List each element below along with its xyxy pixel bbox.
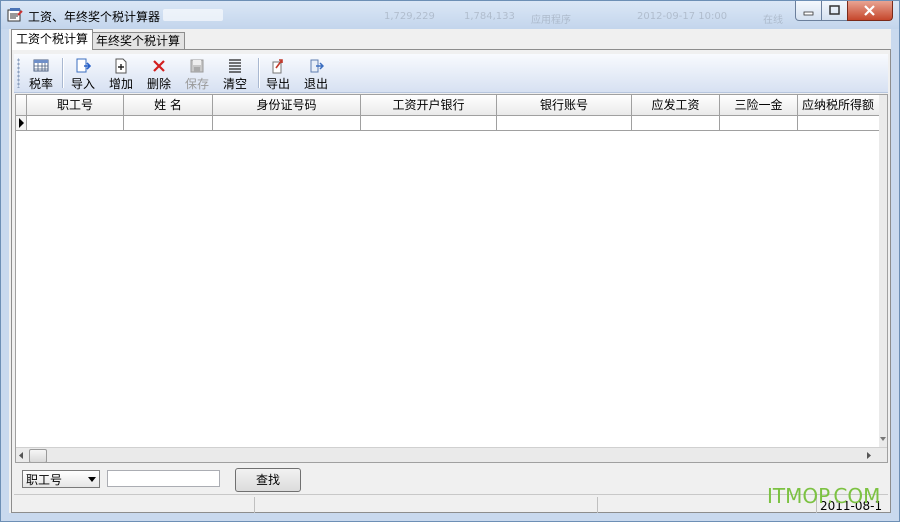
- blurred-title-item: 1,784,133: [464, 11, 515, 22]
- tax-rate-label: 税率: [28, 77, 53, 91]
- table-cell[interactable]: [213, 116, 361, 130]
- maximize-icon: [829, 5, 840, 15]
- clear-button[interactable]: 清空: [216, 56, 254, 91]
- import-icon: [76, 58, 91, 73]
- toolbar: 税率 导入 增加 删除 保存 清空 导出 退出: [14, 54, 888, 93]
- find-button[interactable]: 查找: [235, 468, 301, 492]
- status-bar: 2011-08-1: [14, 494, 888, 513]
- import-label: 导入: [70, 77, 95, 91]
- add-button[interactable]: 增加: [102, 56, 140, 91]
- column-header-bank[interactable]: 工资开户银行: [361, 95, 497, 115]
- column-header-gross-salary[interactable]: 应发工资: [632, 95, 720, 115]
- save-label: 保存: [184, 77, 209, 91]
- close-icon: [864, 5, 875, 16]
- employee-grid[interactable]: 职工号 姓 名 身份证号码 工资开户银行 银行账号 应发工资 三险一金 应纳税所…: [15, 94, 888, 463]
- save-icon: [190, 59, 204, 73]
- column-header-name[interactable]: 姓 名: [124, 95, 213, 115]
- client-area: 工资个税计算 年终奖个税计算 税率 导入 增加 删除 保存 清空 导出 退出 职…: [9, 29, 891, 513]
- table-cell[interactable]: [720, 116, 798, 130]
- tax-rate-button[interactable]: 税率: [22, 56, 60, 91]
- exit-button[interactable]: 退出: [297, 56, 335, 91]
- maximize-button[interactable]: [821, 1, 848, 21]
- table-cell[interactable]: [632, 116, 720, 130]
- clear-list-icon: [229, 59, 241, 73]
- blurred-title-item: 1,729,229: [384, 11, 435, 22]
- blurred-title-item: 应用程序: [531, 15, 571, 26]
- status-separator: [254, 497, 255, 513]
- search-field-value: 职工号: [26, 473, 63, 487]
- search-field-select[interactable]: 职工号: [22, 470, 100, 488]
- import-button[interactable]: 导入: [64, 56, 102, 91]
- close-button[interactable]: [847, 1, 893, 21]
- table-cell[interactable]: [361, 116, 497, 130]
- tab-salary-tax[interactable]: 工资个税计算: [11, 29, 94, 50]
- current-row-indicator: [16, 116, 27, 130]
- column-header-insurance[interactable]: 三险一金: [720, 95, 798, 115]
- blurred-title-item: 在线: [763, 15, 783, 26]
- add-document-icon: [115, 58, 127, 74]
- scroll-arrows-icon: [880, 437, 886, 441]
- blurred-title-item: 2012-09-17 10:00: [637, 11, 728, 22]
- row-header-corner: [16, 95, 27, 115]
- horizontal-scroll-thumb[interactable]: [29, 449, 47, 462]
- tab-panel: 税率 导入 增加 删除 保存 清空 导出 退出 职工号 姓 名 身份证号码 工资…: [11, 49, 891, 513]
- clear-label: 清空: [222, 77, 247, 91]
- title-blur-box: [163, 9, 223, 21]
- toolbar-grip[interactable]: [17, 58, 20, 88]
- add-label: 增加: [108, 77, 133, 91]
- row-pointer-icon: [19, 118, 24, 128]
- export-button[interactable]: 导出: [259, 56, 297, 91]
- chevron-down-icon: [88, 477, 96, 482]
- scroll-left-right-icon: [19, 452, 871, 459]
- table-cell[interactable]: [27, 116, 124, 130]
- column-header-id-number[interactable]: 身份证号码: [213, 95, 361, 115]
- grid-header: 职工号 姓 名 身份证号码 工资开户银行 银行账号 应发工资 三险一金 应纳税所…: [16, 95, 887, 116]
- exit-label: 退出: [303, 77, 328, 91]
- app-window: 工资、年终奖个税计算器 1,729,229 1,784,133 应用程序 201…: [0, 0, 900, 522]
- window-title: 工资、年终奖个税计算器: [28, 10, 161, 24]
- vertical-scrollbar[interactable]: [879, 95, 887, 447]
- tab-bonus-tax[interactable]: 年终奖个税计算: [91, 32, 186, 49]
- export-icon: [272, 59, 283, 74]
- column-header-account[interactable]: 银行账号: [497, 95, 632, 115]
- column-header-employee-id[interactable]: 职工号: [27, 95, 124, 115]
- save-button[interactable]: 保存: [178, 56, 216, 91]
- table-cell[interactable]: [798, 116, 878, 130]
- minimize-button[interactable]: [795, 1, 822, 21]
- table-cell[interactable]: [497, 116, 632, 130]
- horizontal-scrollbar[interactable]: [16, 447, 887, 462]
- table-row[interactable]: [16, 116, 887, 131]
- table-cell[interactable]: [124, 116, 213, 130]
- table-icon: [33, 59, 49, 72]
- delete-button[interactable]: 删除: [140, 56, 178, 91]
- export-label: 导出: [265, 77, 290, 91]
- delete-label: 删除: [146, 77, 171, 91]
- exit-icon: [310, 59, 324, 73]
- delete-icon: [153, 60, 165, 72]
- search-input[interactable]: [107, 470, 220, 487]
- search-bar: 职工号 查找: [15, 464, 886, 494]
- watermark-text: ITMOP.COM: [767, 484, 881, 508]
- column-header-taxable-income[interactable]: 应纳税所得额: [798, 95, 878, 115]
- status-separator: [597, 497, 598, 513]
- calculator-app-icon: [7, 7, 23, 23]
- minimize-icon: [803, 11, 814, 16]
- title-bar: 工资、年终奖个税计算器 1,729,229 1,784,133 应用程序 201…: [1, 1, 899, 29]
